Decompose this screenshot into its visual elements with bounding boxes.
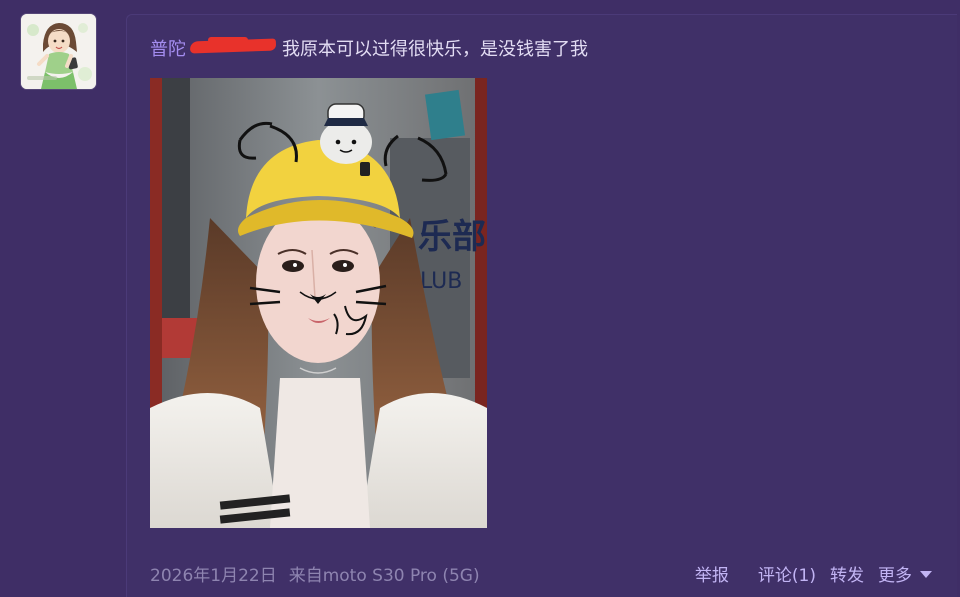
repost-button[interactable]: 转发 bbox=[830, 561, 864, 586]
svg-text:乐部: 乐部 bbox=[418, 217, 486, 257]
svg-text:LUB: LUB bbox=[420, 269, 462, 294]
report-button[interactable]: 举报 bbox=[695, 561, 729, 586]
post-source: 来自moto S30 Pro (5G) bbox=[288, 566, 480, 586]
page: 普陀 我原本可以过得很快乐，是没钱害了我 乐部 LUB 2026年1月22日 来… bbox=[0, 0, 960, 597]
more-label: 更多 bbox=[878, 566, 912, 586]
more-button[interactable]: 更多 bbox=[878, 561, 932, 586]
post-text: 我原本可以过得很快乐，是没钱害了我 bbox=[282, 39, 588, 60]
caret-down-icon bbox=[920, 571, 932, 578]
redaction-mark-2 bbox=[208, 37, 248, 43]
username[interactable]: 普陀 bbox=[150, 39, 186, 60]
avatar-illustration bbox=[21, 14, 96, 89]
photo-image: 乐部 LUB bbox=[150, 78, 487, 528]
user-avatar[interactable] bbox=[21, 14, 96, 89]
post-meta: 2026年1月22日 来自moto S30 Pro (5G) bbox=[150, 561, 480, 586]
username-link[interactable]: 普陀 bbox=[150, 35, 277, 61]
post-actions: 举报 评论(1) 转发 更多 bbox=[695, 561, 932, 586]
post-date[interactable]: 2026年1月22日 bbox=[150, 566, 277, 586]
comment-button[interactable]: 评论(1) bbox=[758, 561, 816, 586]
post-header: 普陀 我原本可以过得很快乐，是没钱害了我 bbox=[150, 35, 588, 61]
post-photo[interactable]: 乐部 LUB bbox=[150, 78, 487, 528]
post-footer: 2026年1月22日 来自moto S30 Pro (5G) 举报 评论(1) 转… bbox=[150, 561, 940, 586]
